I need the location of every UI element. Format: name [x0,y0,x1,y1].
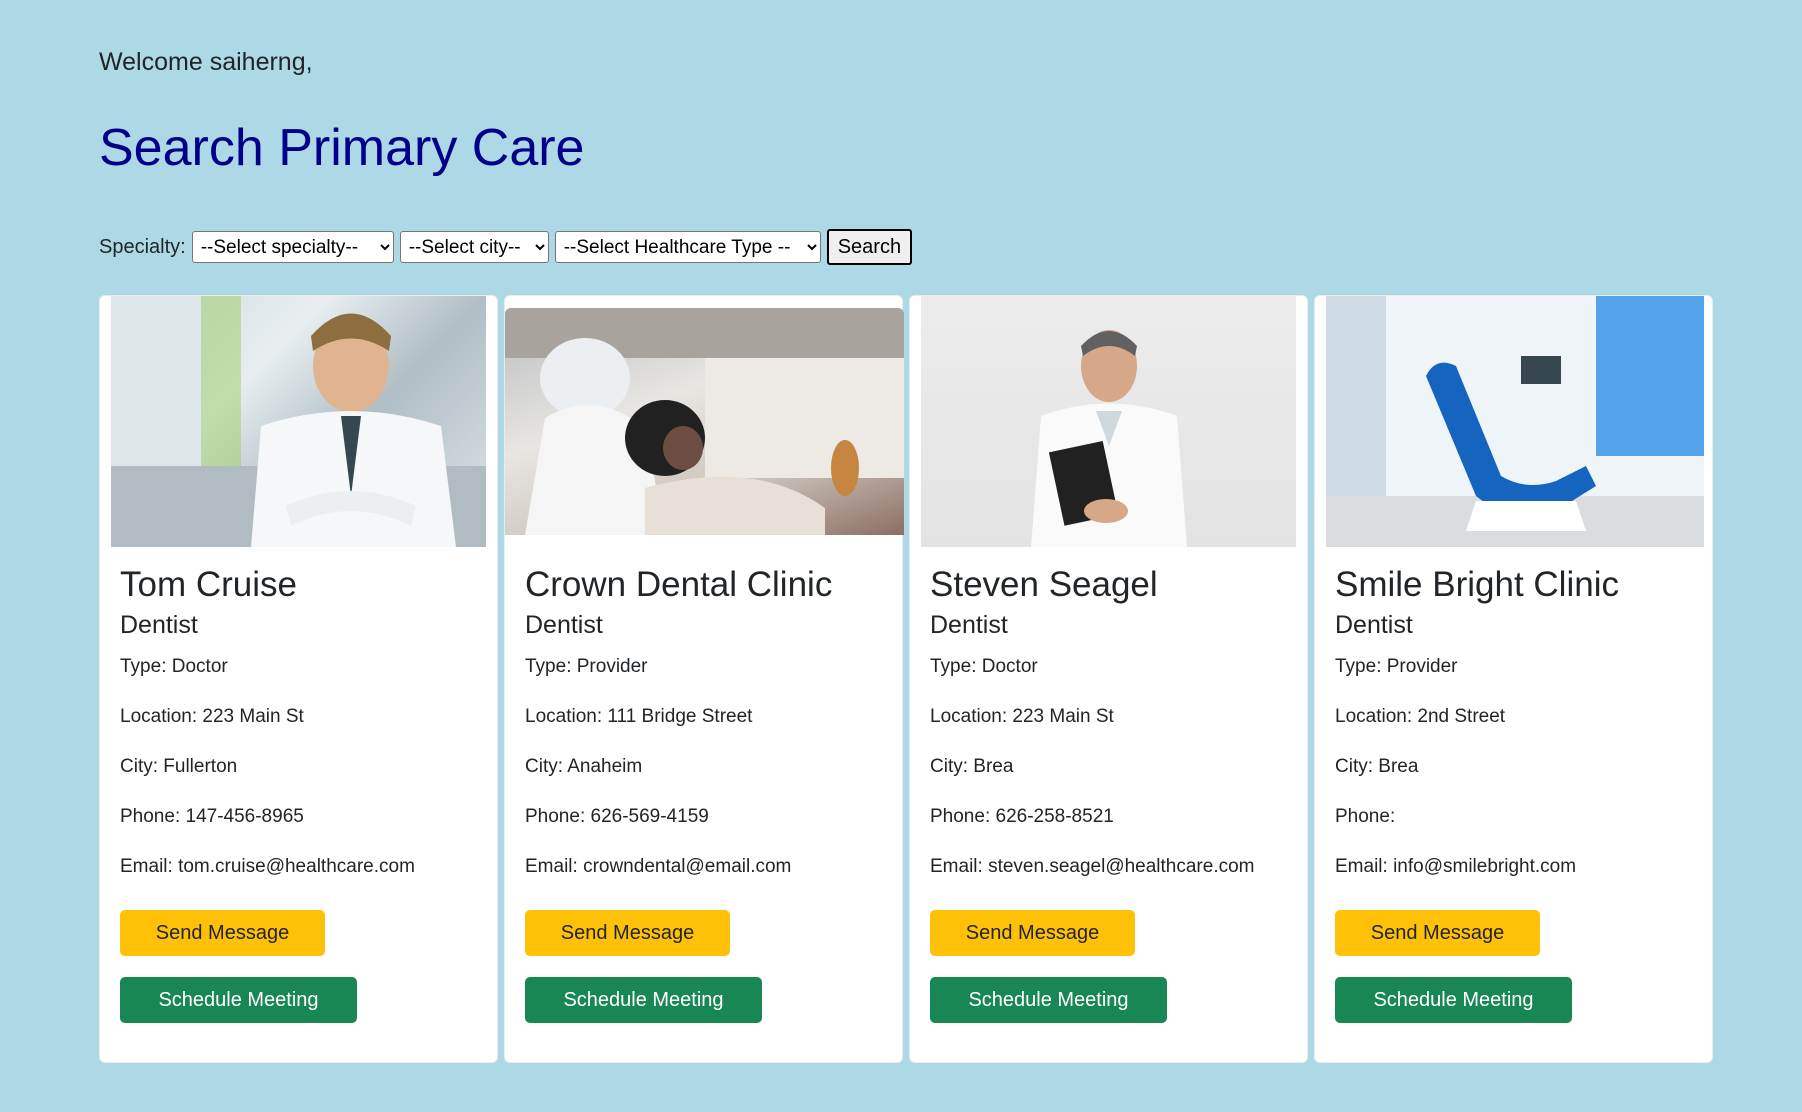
provider-name: Steven Seagel [930,565,1158,604]
card-body: Smile Bright Clinic Dentist Type: Provid… [1335,564,1696,892]
send-message-button[interactable]: Send Message [930,910,1135,956]
provider-name: Smile Bright Clinic [1335,565,1619,604]
provider-city: City: Brea [930,756,1014,777]
provider-phone: Phone: [1335,806,1396,827]
provider-card: Steven Seagel Dentist Type: Doctor Locat… [909,295,1308,1063]
card-body: Crown Dental Clinic Dentist Type: Provid… [525,564,886,892]
schedule-meeting-button[interactable]: Schedule Meeting [120,977,357,1023]
doctor-clipboard-photo [921,296,1296,547]
provider-card: Crown Dental Clinic Dentist Type: Provid… [504,295,904,1063]
provider-card: Smile Bright Clinic Dentist Type: Provid… [1314,295,1713,1063]
provider-phone: Phone: 626-258-8521 [930,806,1114,827]
results-cards: Tom Cruise Dentist Type: Doctor Location… [99,295,1714,1063]
provider-email: Email: tom.cruise@healthcare.com [120,856,415,877]
provider-specialty: Dentist [120,611,198,639]
provider-email: Email: info@smilebright.com [1335,856,1577,877]
specialty-label: Specialty: [99,235,186,258]
provider-specialty: Dentist [1335,611,1413,639]
provider-location: Location: 223 Main St [120,706,304,727]
welcome-prefix: Welcome [99,48,203,76]
provider-type: Type: Doctor [120,656,228,677]
dental-exam-photo [505,308,904,535]
send-message-button[interactable]: Send Message [120,910,325,956]
search-button[interactable]: Search [826,229,913,265]
provider-phone: Phone: 147-456-8965 [120,806,304,827]
provider-type: Type: Provider [1335,656,1458,677]
provider-location: Location: 2nd Street [1335,706,1506,727]
provider-phone: Phone: 626-569-4159 [525,806,709,827]
provider-specialty: Dentist [525,611,603,639]
provider-location: Location: 111 Bridge Street [525,706,753,727]
provider-name: Tom Cruise [120,565,297,604]
provider-type: Type: Provider [525,656,648,677]
search-filters: Specialty: --Select specialty-- --Select… [99,229,913,265]
provider-city: City: Brea [1335,756,1419,777]
provider-name: Crown Dental Clinic [525,565,833,604]
schedule-meeting-button[interactable]: Schedule Meeting [1335,977,1572,1023]
welcome-message: Welcome saiherng, [99,48,313,77]
healthcare-type-select[interactable]: --Select Healthcare Type -- [554,231,821,263]
provider-email: Email: steven.seagel@healthcare.com [930,856,1255,877]
card-body: Tom Cruise Dentist Type: Doctor Location… [120,564,481,892]
provider-type: Type: Doctor [930,656,1038,677]
page-title: Search Primary Care [99,119,585,177]
specialty-select[interactable]: --Select specialty-- [191,231,394,263]
provider-city: City: Anaheim [525,756,643,777]
provider-location: Location: 223 Main St [930,706,1114,727]
schedule-meeting-button[interactable]: Schedule Meeting [525,977,762,1023]
city-select[interactable]: --Select city-- [399,231,549,263]
send-message-button[interactable]: Send Message [1335,910,1540,956]
welcome-suffix: , [305,48,313,76]
provider-card: Tom Cruise Dentist Type: Doctor Location… [99,295,498,1063]
username: saiherng [209,48,306,76]
dental-chair-photo [1326,296,1704,547]
provider-city: City: Fullerton [120,756,238,777]
send-message-button[interactable]: Send Message [525,910,730,956]
provider-email: Email: crowndental@email.com [525,856,792,877]
card-body: Steven Seagel Dentist Type: Doctor Locat… [930,564,1291,892]
doctor-portrait-photo [111,296,486,547]
schedule-meeting-button[interactable]: Schedule Meeting [930,977,1167,1023]
provider-specialty: Dentist [930,611,1008,639]
